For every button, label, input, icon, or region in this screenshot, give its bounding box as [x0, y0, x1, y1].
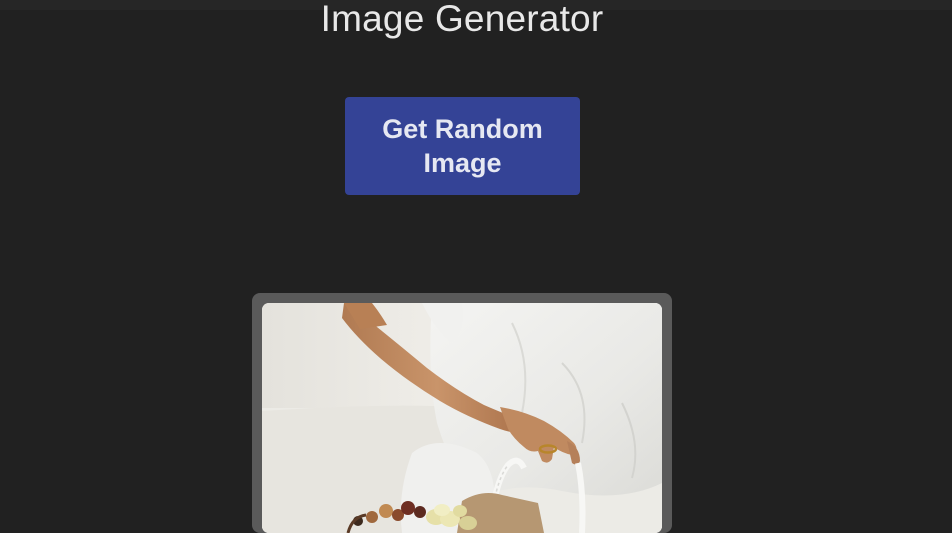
generated-image [262, 303, 662, 533]
photo-illustration [262, 303, 662, 533]
page-title-container: Image Generator [0, 0, 952, 40]
page-title: Image Generator [320, 0, 604, 39]
get-random-image-button[interactable]: Get Random Image [345, 97, 580, 195]
